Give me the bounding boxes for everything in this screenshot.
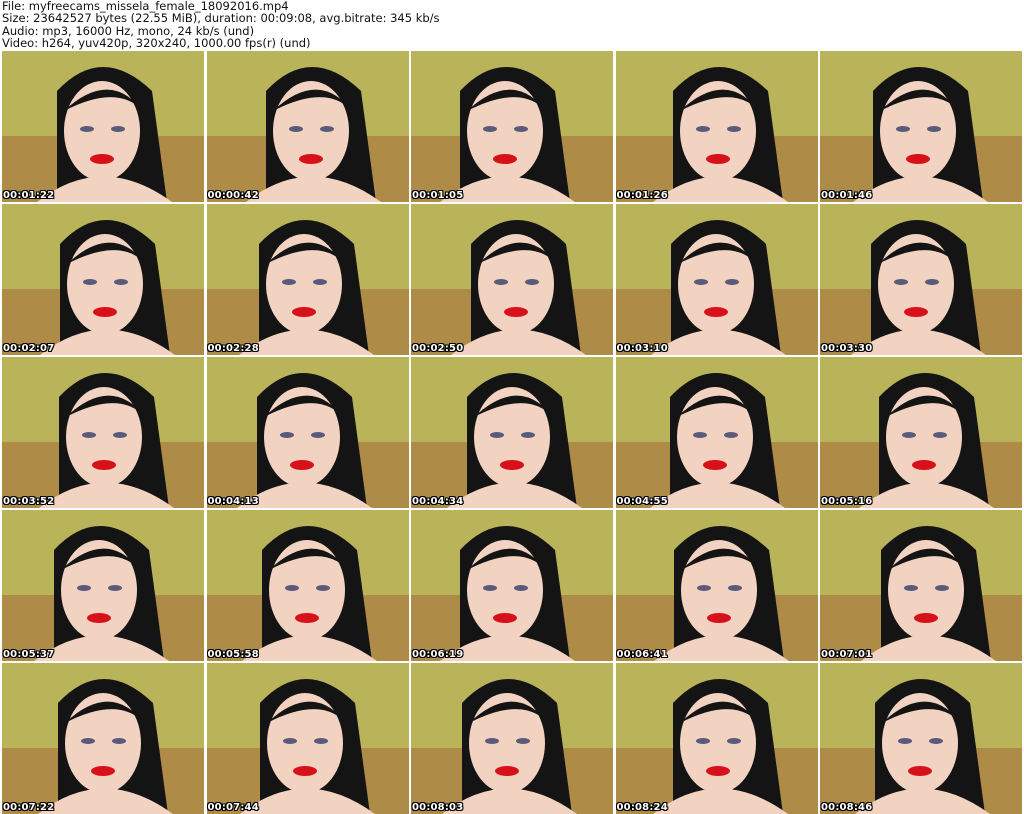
frame-image	[206, 204, 409, 355]
frame-timestamp: 00:05:58	[207, 649, 259, 660]
video-frame-thumbnail: 00:06:41	[615, 510, 818, 661]
frame-image	[820, 663, 1022, 814]
video-frame-thumbnail: 00:03:30	[820, 204, 1022, 355]
video-frame-thumbnail: 00:01:05	[411, 51, 613, 202]
frame-timestamp: 00:03:10	[616, 343, 668, 354]
frame-timestamp: 00:01:26	[616, 190, 668, 201]
size-duration-line: Size: 23642527 bytes (22.55 MiB), durati…	[2, 11, 440, 26]
frame-timestamp: 00:02:28	[207, 343, 259, 354]
frame-image	[615, 510, 818, 661]
media-info-header: File: myfreecams_missela_female_18092016…	[2, 0, 1022, 50]
video-frame-thumbnail: 00:01:46	[820, 51, 1022, 202]
frame-timestamp: 00:05:16	[821, 496, 873, 507]
frame-timestamp: 00:03:30	[821, 343, 873, 354]
frame-image	[820, 204, 1022, 355]
frame-image	[411, 357, 613, 508]
video-frame-thumbnail: 00:08:03	[411, 663, 613, 814]
frame-timestamp: 00:04:55	[616, 496, 668, 507]
video-frame-thumbnail: 00:06:19	[411, 510, 613, 661]
frame-image	[206, 51, 409, 202]
video-frame-thumbnail: 00:00:42	[206, 51, 409, 202]
video-frame-thumbnail: 00:04:55	[615, 357, 818, 508]
frame-image	[2, 663, 204, 814]
video-frame-thumbnail: 00:04:13	[206, 357, 409, 508]
frame-timestamp: 00:07:44	[207, 802, 259, 813]
frame-timestamp: 00:00:42	[207, 190, 259, 201]
frame-image	[820, 357, 1022, 508]
frame-image	[206, 510, 409, 661]
frame-timestamp: 00:01:22	[3, 190, 55, 201]
frame-timestamp: 00:04:13	[207, 496, 259, 507]
frame-timestamp: 00:06:41	[616, 649, 668, 660]
frame-image	[820, 510, 1022, 661]
frame-timestamp: 00:08:46	[821, 802, 873, 813]
frame-image	[411, 510, 613, 661]
frame-timestamp: 00:08:24	[616, 802, 668, 813]
video-frame-thumbnail: 00:01:22	[2, 51, 204, 202]
frame-image	[411, 663, 613, 814]
video-frame-thumbnail: 00:04:34	[411, 357, 613, 508]
frame-image	[615, 357, 818, 508]
video-frame-thumbnail: 00:02:50	[411, 204, 613, 355]
frame-timestamp: 00:06:19	[412, 649, 464, 660]
video-frame-thumbnail: 00:05:16	[820, 357, 1022, 508]
video-frame-thumbnail: 00:02:07	[2, 204, 204, 355]
frame-image	[2, 357, 204, 508]
frame-image	[411, 51, 613, 202]
video-frame-thumbnail: 00:03:10	[615, 204, 818, 355]
thumbnail-grid: 00:01:22 00:00:42 00:01:05 00:01:26 00:01:46…	[2, 51, 1022, 814]
frame-image	[2, 510, 204, 661]
frame-image	[206, 663, 409, 814]
video-frame-thumbnail: 00:05:58	[206, 510, 409, 661]
video-info-line: Video: h264, yuv420p, 320x240, 1000.00 f…	[2, 36, 311, 51]
frame-image	[2, 204, 204, 355]
video-frame-thumbnail: 00:03:52	[2, 357, 204, 508]
video-frame-thumbnail: 00:02:28	[206, 204, 409, 355]
frame-timestamp: 00:02:50	[412, 343, 464, 354]
frame-image	[615, 663, 818, 814]
frame-image	[615, 51, 818, 202]
frame-timestamp: 00:01:46	[821, 190, 873, 201]
video-frame-thumbnail: 00:08:46	[820, 663, 1022, 814]
frame-image	[411, 204, 613, 355]
frame-image	[206, 357, 409, 508]
frame-image	[2, 51, 204, 202]
video-frame-thumbnail: 00:05:37	[2, 510, 204, 661]
frame-timestamp: 00:08:03	[412, 802, 464, 813]
video-frame-thumbnail: 00:08:24	[615, 663, 818, 814]
frame-timestamp: 00:04:34	[412, 496, 464, 507]
video-frame-thumbnail: 00:07:01	[820, 510, 1022, 661]
frame-timestamp: 00:05:37	[3, 649, 55, 660]
video-frame-thumbnail: 00:07:44	[206, 663, 409, 814]
video-frame-thumbnail: 00:07:22	[2, 663, 204, 814]
video-frame-thumbnail: 00:01:26	[615, 51, 818, 202]
frame-timestamp: 00:07:01	[821, 649, 873, 660]
frame-timestamp: 00:03:52	[3, 496, 55, 507]
frame-image	[615, 204, 818, 355]
frame-image	[820, 51, 1022, 202]
frame-timestamp: 00:02:07	[3, 343, 55, 354]
frame-timestamp: 00:01:05	[412, 190, 464, 201]
frame-timestamp: 00:07:22	[3, 802, 55, 813]
